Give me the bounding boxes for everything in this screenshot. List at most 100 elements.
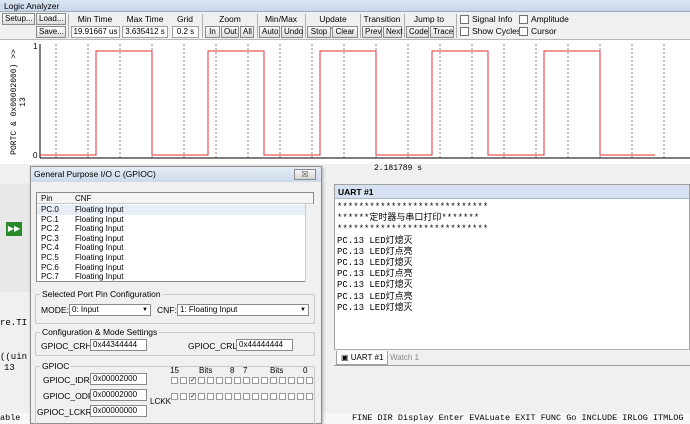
- pin-name: PC.7: [41, 272, 59, 282]
- bit-checkbox[interactable]: [234, 377, 241, 384]
- cnf-select[interactable]: 1: Floating Input ▼: [177, 304, 309, 316]
- bit-checkbox[interactable]: [207, 393, 214, 400]
- run-icon[interactable]: ▶▶: [6, 222, 22, 236]
- next-button[interactable]: Next: [383, 26, 402, 38]
- gpioc-dialog: General Purpose I/O C (GPIOC) ☒ Pin CNF …: [30, 166, 322, 424]
- bits-header-label: Bits: [270, 366, 284, 375]
- list-scrollbar[interactable]: [305, 204, 314, 282]
- crl-field[interactable]: 0x44444444: [236, 339, 293, 351]
- bit-checkbox[interactable]: [198, 377, 205, 384]
- bit-checkbox[interactable]: [306, 393, 313, 400]
- pin-row[interactable]: PC.2 Floating Input: [37, 224, 305, 234]
- uart-title: UART #1: [335, 185, 689, 199]
- gpioc-title: GPIOC: [40, 361, 72, 371]
- pin-row[interactable]: PC.5 Floating Input: [37, 253, 305, 263]
- tab-watch1[interactable]: Watch 1: [386, 351, 423, 365]
- setup-button[interactable]: Setup...: [2, 13, 35, 25]
- bit-checkbox[interactable]: [297, 393, 304, 400]
- signal-info-label: Signal Info: [472, 14, 513, 24]
- pin-row[interactable]: PC.1 Floating Input: [37, 215, 305, 225]
- bits-header-label: 7: [243, 366, 248, 375]
- stop-button[interactable]: Stop: [307, 26, 331, 38]
- pin-row[interactable]: PC.0 Floating Input: [37, 205, 305, 215]
- crl-label: GPIOC_CRL:: [188, 341, 240, 351]
- undo-button[interactable]: Undo: [281, 26, 303, 38]
- tab-uart1[interactable]: ▣ UART #1: [336, 351, 389, 365]
- bit-checkbox[interactable]: [180, 393, 187, 400]
- cursor-checkbox[interactable]: [519, 27, 528, 36]
- bit-checkbox[interactable]: [261, 377, 268, 384]
- bit-checkbox[interactable]: [297, 377, 304, 384]
- bit-checkbox[interactable]: [207, 377, 214, 384]
- load-button[interactable]: Load...: [36, 13, 66, 25]
- auto-button[interactable]: Auto: [259, 26, 280, 38]
- odr-field[interactable]: 0x00002000: [90, 389, 147, 401]
- bit-checkbox[interactable]: [279, 393, 286, 400]
- code-fragment: ((uin: [0, 352, 28, 362]
- bit-checkbox[interactable]: [243, 393, 250, 400]
- bits-header-label: Bits: [199, 366, 213, 375]
- bit-checkbox[interactable]: [270, 377, 277, 384]
- uart-tab-icon: ▣: [341, 353, 351, 362]
- mode-select[interactable]: 0: Input ▼: [69, 304, 151, 316]
- bit-checkbox[interactable]: ✓: [189, 393, 196, 400]
- separator: [456, 14, 457, 38]
- zoom-in-button[interactable]: In: [205, 26, 220, 38]
- bit-checkbox[interactable]: [216, 393, 223, 400]
- pin-row[interactable]: PC.6 Floating Input: [37, 263, 305, 273]
- amplitude-checkbox[interactable]: [519, 15, 528, 24]
- bit-checkbox[interactable]: [225, 377, 232, 384]
- cnf-label: CNF:: [157, 305, 177, 315]
- pin-row[interactable]: PC.3 Floating Input: [37, 234, 305, 244]
- odr-label: GPIOC_ODR:: [43, 391, 97, 401]
- pin-cnf: Floating Input: [75, 214, 124, 224]
- bit-checkbox[interactable]: [270, 393, 277, 400]
- tab-label: UART #1: [350, 353, 384, 362]
- zoom-out-button[interactable]: Out: [221, 26, 239, 38]
- crh-field[interactable]: 0x44344444: [90, 339, 147, 351]
- pin-list[interactable]: Pin CNF PC.0 Floating Input PC.1 Floating I…: [36, 192, 314, 282]
- lckk-label: LCKK: [150, 397, 171, 406]
- uart-line: PC.13 LED灯熄灭: [337, 302, 413, 313]
- bit-checkbox[interactable]: [171, 377, 178, 384]
- bit-checkbox[interactable]: [180, 377, 187, 384]
- bit-checkbox[interactable]: ✓: [189, 377, 196, 384]
- bit-checkbox[interactable]: [288, 393, 295, 400]
- bit-checkbox[interactable]: [261, 393, 268, 400]
- bit-checkbox[interactable]: [288, 377, 295, 384]
- bit-checkbox[interactable]: [171, 393, 178, 400]
- trace-button[interactable]: Trace: [430, 26, 454, 38]
- lckr-field[interactable]: 0x00000000: [90, 405, 147, 417]
- pin-cnf: Floating Input: [75, 243, 124, 253]
- idr-field[interactable]: 0x00002000: [90, 373, 147, 385]
- pin-cnf: Floating Input: [75, 233, 124, 243]
- bit-checkbox[interactable]: [198, 393, 205, 400]
- bit-checkbox[interactable]: [252, 393, 259, 400]
- pin-name: PC.4: [41, 243, 59, 253]
- cursor-time-label: 2.181789 s: [374, 164, 423, 173]
- signal-info-checkbox[interactable]: [460, 15, 469, 24]
- pin-list-header: Pin CNF: [37, 193, 313, 204]
- clear-button[interactable]: Clear: [332, 26, 358, 38]
- min-time-value: 19.91667 us: [71, 26, 120, 38]
- bit-checkbox[interactable]: [243, 377, 250, 384]
- bit-checkbox[interactable]: [234, 393, 241, 400]
- save-button[interactable]: Save...: [36, 26, 66, 38]
- pin-row[interactable]: PC.7 Floating Input: [37, 272, 305, 282]
- bit-checkbox[interactable]: [306, 377, 313, 384]
- amplitude-label: Amplitude: [531, 14, 569, 24]
- code-button[interactable]: Code: [406, 26, 429, 38]
- close-button[interactable]: ☒: [294, 169, 316, 180]
- uart-line: ****************************: [337, 224, 489, 235]
- zoom-all-button[interactable]: All: [240, 26, 254, 38]
- show-cycles-checkbox[interactable]: [460, 27, 469, 36]
- bit-checkbox[interactable]: [252, 377, 259, 384]
- bit-checkbox[interactable]: [279, 377, 286, 384]
- bit-checkbox[interactable]: [216, 377, 223, 384]
- mode-value: 0: Input: [72, 305, 99, 314]
- uart-line: PC.13 LED灯点亮: [337, 269, 413, 280]
- transition-title: Transition: [363, 14, 401, 24]
- bit-checkbox[interactable]: [225, 393, 232, 400]
- prev-button[interactable]: Prev: [362, 26, 382, 38]
- pin-row[interactable]: PC.4 Floating Input: [37, 243, 305, 253]
